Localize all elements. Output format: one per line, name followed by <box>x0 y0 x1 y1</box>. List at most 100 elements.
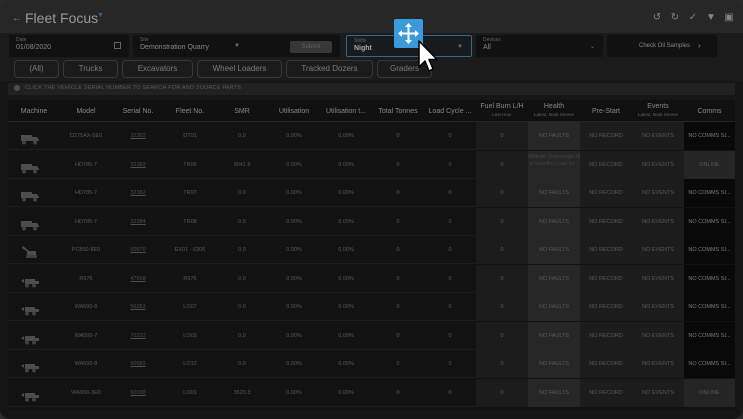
smr-cell: 0.0 <box>238 275 246 282</box>
table-row[interactable]: WA500-7 70332 LO03 0.0 0.00% 0.00% 0 0 0 NO FAULT… <box>8 321 735 350</box>
tab-excavators[interactable]: Excavators <box>122 60 193 78</box>
serial-link[interactable]: 70332 <box>112 322 164 350</box>
model-cell: WA500-6 <box>74 304 98 310</box>
loader-icon <box>20 387 40 401</box>
events-cell: NO EVENTS <box>632 207 684 236</box>
col-utilisation-t[interactable]: Utilisation t... <box>320 100 372 122</box>
fuel-cell: 0 <box>476 122 528 150</box>
table-row[interactable]: HD785-7 32382 TR07 0.0 0.00% 0.00% 0 0 0 NO FAULT… <box>8 179 735 207</box>
redo-icon[interactable]: ↻ <box>669 12 681 23</box>
col-serial[interactable]: Serial No. <box>112 100 164 122</box>
site-label: Site <box>140 37 149 43</box>
serial-link[interactable]: 32302 <box>112 122 164 150</box>
serial-link[interactable]: 90583 <box>112 350 164 378</box>
serial-link[interactable]: 60038 <box>112 379 164 407</box>
app-frame: ← Fleet Focus ▼ ↺ ↻ ✓ ▼ ▣ Date 01/08/202… <box>0 0 743 419</box>
truck-icon <box>20 159 40 173</box>
table-row[interactable]: PC850-8E0 60670 EX01 - 6306 0.0 0.00% 0.00% 0 0… <box>8 236 735 264</box>
events-cell: NO EVENTS <box>632 321 684 350</box>
loader-icon <box>20 330 40 344</box>
tonnes-cell: 0 <box>396 361 400 367</box>
serial-link[interactable]: 32382 <box>112 151 164 179</box>
serial-link[interactable]: 56263 <box>112 293 164 321</box>
submit-button[interactable]: Submit <box>290 41 332 53</box>
back-arrow-icon[interactable]: ← <box>12 13 22 24</box>
image-icon[interactable]: ▣ <box>723 12 735 23</box>
loader-icon <box>20 273 40 287</box>
col-utilisation[interactable]: Utilisation <box>268 100 320 122</box>
comms-cell: NO COMMS SI... <box>684 122 735 150</box>
events-cell: NO EVENTS <box>632 236 684 264</box>
machine-cell <box>8 350 60 378</box>
col-machine[interactable]: Machine <box>8 100 60 122</box>
fleet-table: Machine Model Serial No. Fleet No. SMR U… <box>8 100 735 410</box>
col-fleet[interactable]: Fleet No. <box>164 100 216 122</box>
serial-link[interactable]: 60670 <box>112 236 164 264</box>
machine-cell <box>8 265 60 293</box>
title-dropdown-icon[interactable]: ▼ <box>97 12 104 19</box>
col-smr[interactable]: SMR <box>216 100 268 122</box>
serial-link[interactable]: 32382 <box>112 179 164 207</box>
table-row[interactable]: WA500-6 56263 LO07 0.0 0.00% 0.00% 0 0 0 NO FAULT… <box>8 293 735 321</box>
table-row[interactable]: R976 47568 R976 0.0 0.00% 0.00% 0 0 0 NO FAULTS NO… <box>8 264 735 293</box>
info-text: CLICK THE VEHICLE SERIAL NUMBER TO SEARC… <box>25 85 242 91</box>
info-banner: CLICK THE VEHICLE SERIAL NUMBER TO SEARC… <box>8 83 735 95</box>
tab-wheel-loaders[interactable]: Wheel Loaders <box>197 60 282 78</box>
smr-cell: 3520.3 <box>233 389 251 396</box>
tab-trucks[interactable]: Trucks <box>63 60 118 78</box>
prestart-cell: NO RECORD <box>580 264 632 293</box>
col-comms[interactable]: Comms <box>684 100 735 122</box>
comms-cell: NO COMMS SI... <box>684 321 735 350</box>
date-label: Date <box>16 37 27 43</box>
site-value: Demonstration Quarry <box>140 44 209 51</box>
tab-tracked-dozers[interactable]: Tracked Dozers <box>286 60 373 78</box>
machine-cell <box>8 179 60 207</box>
prestart-cell: NO RECORD <box>580 350 632 378</box>
table-row[interactable]: HD785-7 32382 TR06 9041.5 0.00% 0.00% 0 0 0 Altit… <box>8 150 735 179</box>
col-fuel-burn[interactable]: Fuel Burn L/H Last Hour <box>476 100 528 122</box>
filter-bar: Date 01/08/2020 Site Demonstration Quarr… <box>0 33 743 58</box>
table-row[interactable]: WA900-3E0 60038 LO01 3520.3 0.00% 0.00% 0 0 0 NO … <box>8 378 735 407</box>
col-health[interactable]: Health Latest, Most Severe <box>528 100 580 122</box>
smr-cell: 0.0 <box>238 332 246 339</box>
header-toolbar: ↺ ↻ ✓ ▼ ▣ <box>651 12 735 23</box>
fleet-cell: TR06 <box>183 161 197 168</box>
tonnes-cell: 0 <box>396 389 400 396</box>
smr-cell: 9041.5 <box>233 161 251 168</box>
col-model[interactable]: Model <box>60 100 112 122</box>
col-load-cycle[interactable]: Load Cycle ... <box>424 100 476 122</box>
col-pre-start[interactable]: Pre-Start <box>580 100 632 122</box>
prestart-cell: NO RECORD <box>580 179 632 207</box>
loader-icon <box>20 358 40 373</box>
prestart-cell: NO RECORD <box>580 293 632 321</box>
table-row[interactable]: D275AX-5E0 32302 DT01 0.0 0.00% 0.00% 0 0 0 NO FA… <box>8 122 735 150</box>
check-oil-samples-button[interactable]: Check Oil Samples › <box>607 35 717 57</box>
col-total-tonnes[interactable]: Total Tonnes <box>372 100 424 122</box>
loader-icon <box>20 301 40 316</box>
fleet-cell: TR08 <box>183 218 197 225</box>
health-header-label: Health <box>543 103 565 110</box>
devices-select[interactable]: Devices All ⌄ <box>476 35 603 57</box>
check-icon[interactable]: ✓ <box>687 12 699 23</box>
site-select[interactable]: Site Demonstration Quarry ▼ Submit <box>133 35 340 57</box>
truck-icon <box>20 187 40 202</box>
machine-cell <box>8 208 60 236</box>
serial-link[interactable]: 32384 <box>112 208 164 236</box>
load-cell: 0 <box>448 389 452 396</box>
util-cell: 0.00% <box>286 247 302 253</box>
chevron-down-icon: ▼ <box>457 44 463 50</box>
date-value: 01/08/2020 <box>16 44 52 51</box>
table-row[interactable]: HD785-7 32384 TR08 0.0 0.00% 0.00% 0 0 0 NO FAULT… <box>8 207 735 236</box>
util-cell: 0.00% <box>286 304 302 310</box>
col-events[interactable]: Events Latest, Most Severe <box>632 100 684 122</box>
calendar-icon[interactable] <box>114 42 121 49</box>
serial-link[interactable]: 47568 <box>112 265 164 293</box>
table-row[interactable]: WA500-8 90583 LO12 0.0 0.00% 0.00% 0 0 0 NO FAULT… <box>8 350 735 378</box>
filter-icon[interactable]: ▼ <box>705 12 717 23</box>
date-field[interactable]: Date 01/08/2020 <box>9 35 129 57</box>
tab-all[interactable]: (All) <box>14 60 59 78</box>
smr-cell: 0.0 <box>238 304 246 310</box>
util-t-cell: 0.00% <box>338 304 354 310</box>
undo-icon[interactable]: ↺ <box>651 12 663 23</box>
fuel-cell: 0 <box>476 264 528 293</box>
